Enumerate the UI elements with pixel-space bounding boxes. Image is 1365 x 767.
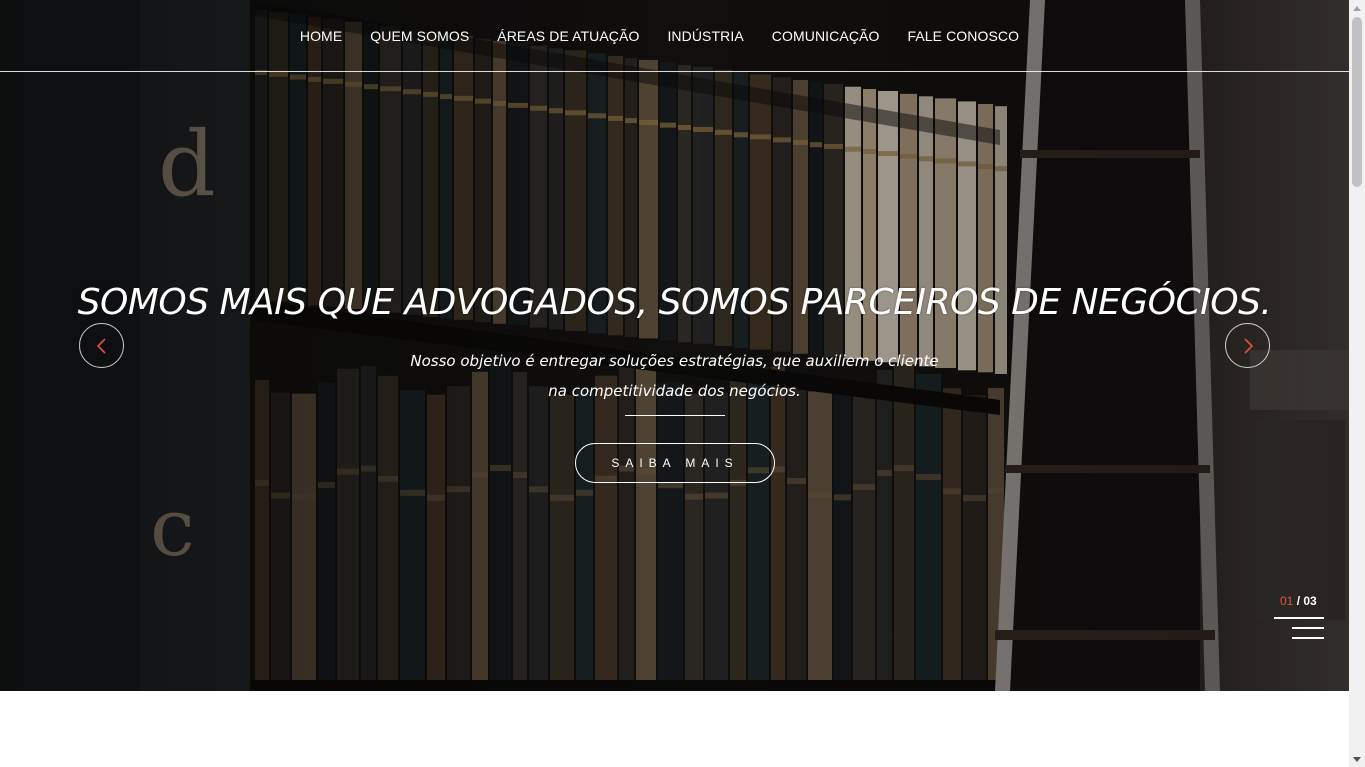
hero-subtitle-line-1: Nosso objetivo é entregar soluções estra… [410, 352, 939, 370]
hero-subtitle-line-2: na competitividade dos negócios. [548, 382, 801, 400]
scrollbar-thumb[interactable] [1352, 17, 1362, 187]
nav-item-industria[interactable]: INDÚSTRIA [667, 28, 743, 44]
hero-divider [625, 415, 725, 416]
main-navigation: HOME QUEM SOMOS ÁREAS DE ATUAÇÃO INDÚSTR… [0, 0, 1349, 72]
slide-current: 01 [1280, 594, 1294, 608]
slider-prev-button[interactable] [79, 323, 124, 368]
chevron-right-icon [1243, 337, 1253, 354]
scroll-down-arrow-icon[interactable] [1349, 751, 1365, 767]
slide-total: 03 [1303, 594, 1317, 608]
nav-item-quem-somos[interactable]: QUEM SOMOS [370, 28, 469, 44]
vertical-scrollbar[interactable] [1349, 0, 1365, 767]
slide-separator: / [1293, 594, 1304, 608]
hamburger-menu-icon[interactable] [1274, 617, 1324, 639]
chevron-left-icon [96, 337, 106, 354]
slide-counter: 01 / 03 [1280, 594, 1317, 608]
saiba-mais-button[interactable]: SAIBA MAIS [575, 443, 775, 483]
nav-item-fale-conosco[interactable]: FALE CONOSCO [907, 28, 1019, 44]
nav-item-comunicacao[interactable]: COMUNICAÇÃO [772, 28, 880, 44]
nav-item-home[interactable]: HOME [300, 28, 342, 44]
nav-item-areas-de-atuacao[interactable]: ÁREAS DE ATUAÇÃO [497, 28, 639, 44]
slider-next-button[interactable] [1225, 323, 1270, 368]
scroll-up-arrow-icon[interactable] [1349, 0, 1365, 16]
hero-slider: d c HOME QUEM SOMOS ÁREAS DE ATUAÇÃO IND… [0, 0, 1349, 691]
hero-headline: SOMOS MAIS QUE ADVOGADOS, SOMOS PARCEIRO… [77, 282, 1272, 323]
hero-overlay [0, 0, 1349, 691]
